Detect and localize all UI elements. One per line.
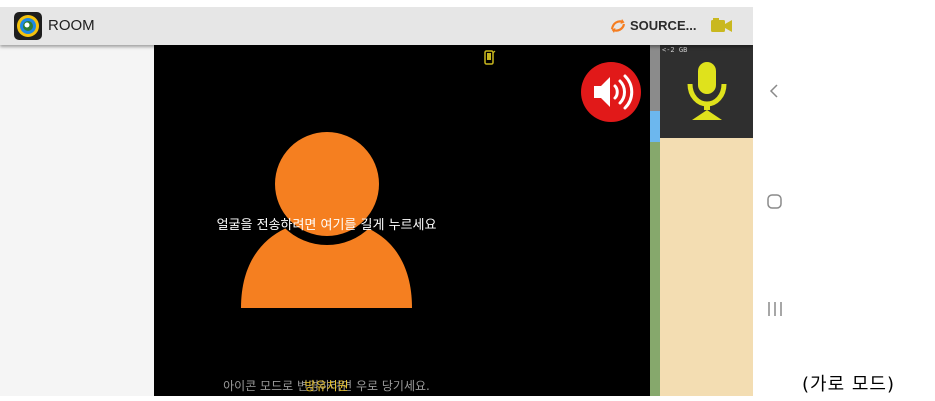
long-press-hint: 얼굴을 전송하려면 여기를 길게 누르세요 (216, 218, 437, 233)
side-strip-top (650, 45, 660, 111)
overlay-label: 방유치원 (304, 379, 349, 393)
back-icon[interactable] (767, 82, 781, 100)
memory-label: <-2 GB (662, 46, 688, 54)
speaker-icon (594, 74, 634, 110)
source-label: SOURCE... (630, 18, 697, 33)
side-strip-bottom (650, 142, 660, 396)
video-camera-icon[interactable] (710, 16, 734, 36)
app-title: ROOM (48, 17, 95, 34)
source-button[interactable]: SOURCE... (610, 16, 708, 36)
microphone-icon[interactable] (682, 60, 732, 122)
swap-arrows-icon (610, 18, 626, 34)
footer-hint-area: 아이콘 모드로 변경하려면 우로 당기세요. 방유치원 (154, 377, 499, 395)
app-logo-icon (14, 12, 42, 40)
side-strip-indicator (650, 111, 660, 142)
app-window: ROOM SOURCE... 얼굴을 전송하려면 여기를 길게 누르세요 아이콘… (0, 7, 753, 396)
screen: ROOM SOURCE... 얼굴을 전송하려면 여기를 길게 누르세요 아이콘… (0, 0, 935, 401)
app-bar: ROOM SOURCE... (0, 7, 753, 45)
recents-icon[interactable] (765, 301, 785, 317)
speaker-button[interactable] (581, 62, 641, 122)
mic-panel[interactable]: <-2 GB (660, 45, 753, 138)
orientation-caption: (가로 모드) (802, 374, 896, 395)
phone-icon (484, 49, 496, 65)
video-area[interactable]: 얼굴을 전송하려면 여기를 길게 누르세요 아이콘 모드로 변경하려면 우로 당… (154, 45, 650, 396)
home-icon[interactable] (766, 193, 783, 210)
